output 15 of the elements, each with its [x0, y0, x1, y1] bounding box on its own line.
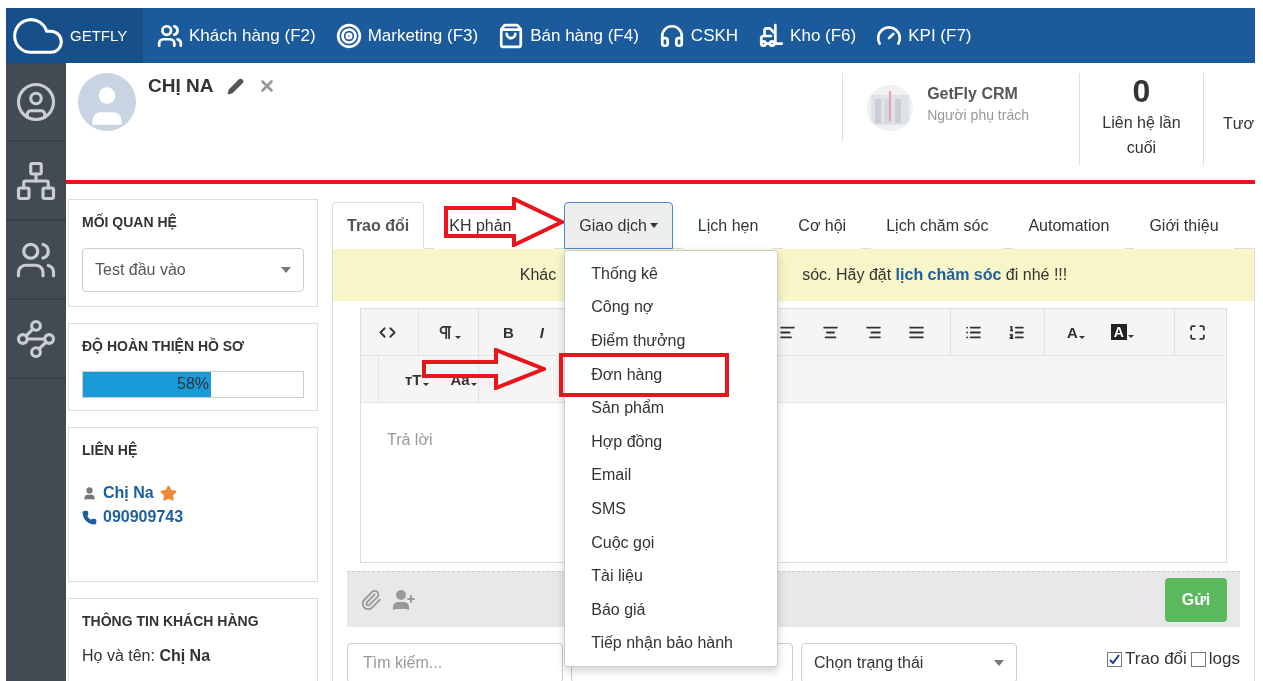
owner-role: Người phụ trách: [927, 107, 1029, 123]
panel-title: LIÊN HỆ: [82, 442, 139, 458]
stat-value: 0: [1132, 73, 1151, 110]
info-field: Họ và tên: Chị Na: [82, 647, 304, 665]
progress-reading: 58%: [176, 375, 210, 393]
stat-label: Liên hệ lần cuối: [1101, 113, 1182, 158]
stat-label: Tươ: [1222, 114, 1255, 134]
customer-name: CHỊ NA: [148, 75, 214, 97]
panel-title: MỐI QUAN HỆ: [82, 214, 178, 230]
owner-name: GetFly CRM: [927, 85, 1019, 103]
notice-text: sóc. Hãy đặt lịch chăm sóc đi nhé !!!: [802, 266, 1068, 284]
panel-title: ĐỘ HOÀN THIỆN HỒ SƠ: [82, 338, 246, 354]
brand-name: GETFLY: [70, 27, 128, 44]
panel-title: THÔNG TIN KHÁCH HÀNG: [82, 613, 260, 629]
notice-text: Khác: [519, 266, 557, 284]
